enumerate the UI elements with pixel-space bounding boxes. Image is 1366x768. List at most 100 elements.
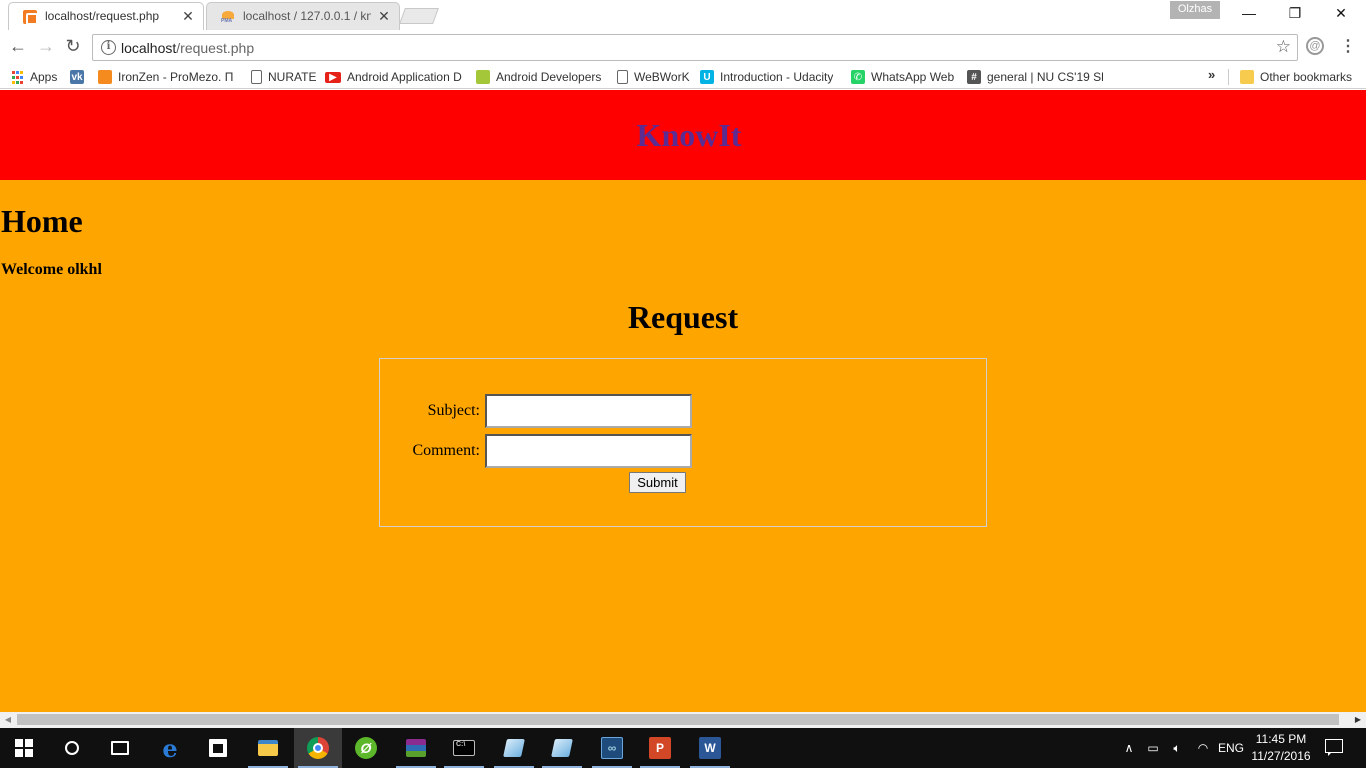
tab-phpmyadmin[interactable]: localhost / 127.0.0.1 / kno ✕ (206, 2, 400, 30)
address-bar[interactable]: i localhost/request.php ☆ (92, 34, 1298, 61)
system-clock[interactable]: 11:45 PM 11/27/2016 (1246, 731, 1316, 765)
wifi-icon[interactable]: ◠ (1194, 728, 1212, 768)
bookmarks-overflow-icon[interactable]: » (1208, 67, 1215, 82)
close-icon[interactable]: ✕ (377, 8, 391, 25)
bookmark-android-developers[interactable]: Android Developers (476, 68, 601, 86)
profile-button[interactable]: Olzhas (1170, 1, 1220, 19)
taskbar-visual-studio[interactable]: ∞ (588, 728, 636, 768)
cmd-icon: C:\ (453, 740, 475, 756)
ironzen-icon (98, 70, 112, 84)
site-title: KnowIt (636, 117, 742, 153)
tab-title: localhost/request.php (45, 9, 160, 23)
restore-button[interactable]: ❐ (1272, 0, 1318, 28)
close-icon[interactable]: ✕ (181, 8, 195, 25)
word-icon: W (699, 737, 721, 759)
language-indicator[interactable]: ENG (1218, 728, 1244, 768)
taskbar-cmd[interactable]: C:\ (440, 728, 488, 768)
taskbar-word[interactable]: W (686, 728, 734, 768)
minimize-button[interactable]: — (1226, 0, 1272, 28)
action-center-icon[interactable] (1318, 736, 1348, 760)
search-icon (65, 741, 79, 755)
reload-icon[interactable]: ↻ (62, 36, 84, 58)
store-icon (209, 739, 227, 757)
slack-icon: # (967, 70, 981, 84)
clock-time: 11:45 PM (1255, 732, 1307, 746)
page-viewport: KnowIt Home Welcome olkhl Request Subjec… (0, 90, 1366, 712)
kebab-menu-icon[interactable]: ⋮ (1340, 36, 1356, 56)
bookmark-nurate[interactable]: NURATE (251, 68, 316, 86)
bookmark-udacity[interactable]: U Introduction - Udacity (700, 68, 833, 86)
bookmark-apps[interactable]: Apps (10, 68, 57, 86)
apps-grid-icon (10, 70, 24, 84)
page-icon (251, 70, 262, 84)
dreamweaver-icon: Ø (355, 737, 377, 759)
bookmark-vk[interactable]: vk (70, 68, 90, 86)
udacity-icon: U (700, 70, 714, 84)
url-path: /request.php (176, 40, 255, 56)
battery-icon[interactable]: ▭ (1144, 728, 1162, 768)
bookmarks-divider (1228, 69, 1229, 85)
bookmarks-bar: Apps vk IronZen - ProMezo. П NURATE ▶ An… (0, 64, 1366, 89)
taskbar-file-explorer[interactable] (244, 728, 292, 768)
scroll-left-icon[interactable]: ◀ (2, 714, 14, 726)
bookmark-label: Other bookmarks (1260, 70, 1353, 84)
vm-icon (503, 739, 525, 757)
bookmark-label: Android Developers (496, 70, 602, 84)
windows-taskbar: e Ø C:\ ∞ P W ∧ ▭ 🔈︎ ◠ ENG 11:45 PM 11/2… (0, 728, 1366, 768)
horizontal-scrollbar[interactable]: ◀ ▶ (0, 712, 1366, 728)
vk-icon: vk (70, 70, 84, 84)
info-icon[interactable]: i (101, 40, 116, 55)
bookmark-label: general | NU CS'19 Sla (987, 70, 1103, 84)
bookmark-label: NURATE (268, 70, 317, 84)
bookmark-star-icon[interactable]: ☆ (1276, 37, 1291, 57)
back-arrow-icon[interactable]: ← (7, 36, 29, 58)
task-view-button[interactable] (96, 728, 144, 768)
winrar-icon (406, 739, 426, 757)
task-view-icon (111, 741, 129, 755)
url-host: localhost (121, 40, 177, 56)
taskbar-vm-2[interactable] (538, 728, 586, 768)
bookmark-label: WhatsApp Web (871, 70, 955, 84)
scrollbar-thumb[interactable] (17, 714, 1339, 725)
bookmark-ironzen[interactable]: IronZen - ProMezo. П (98, 68, 238, 86)
bookmark-slack[interactable]: # general | NU CS'19 Sla (967, 68, 1103, 86)
form-heading: Request (627, 299, 739, 335)
bookmark-label: WeBWorK (634, 70, 690, 84)
other-bookmarks[interactable]: Other bookmarks (1240, 68, 1352, 86)
subject-label: Subject: (427, 402, 480, 419)
forward-arrow-icon[interactable]: → (35, 36, 57, 58)
bookmark-android-app-dev[interactable]: ▶ Android Application D (325, 68, 463, 86)
tab-strip: localhost/request.php ✕ localhost / 127.… (0, 0, 1366, 30)
page-heading: Home (1, 203, 83, 239)
windows-start-icon (15, 739, 33, 757)
taskbar-store[interactable] (194, 728, 242, 768)
tray-overflow-chevron-icon[interactable]: ∧ (1122, 728, 1136, 768)
url-text: localhost/request.php (121, 40, 254, 56)
submit-button[interactable]: Submit (629, 472, 686, 493)
scroll-right-icon[interactable]: ▶ (1352, 714, 1364, 726)
taskbar-vm-1[interactable] (490, 728, 538, 768)
taskbar-chrome[interactable] (294, 728, 342, 768)
browser-toolbar: ← → ↻ i localhost/request.php ☆ @ ⋮ (0, 30, 1366, 64)
volume-icon[interactable]: 🔈︎ (1168, 728, 1186, 768)
new-tab-button[interactable] (399, 8, 439, 24)
tab-request-php[interactable]: localhost/request.php ✕ (8, 2, 204, 30)
youtube-icon: ▶ (325, 71, 341, 83)
taskbar-search[interactable] (48, 728, 96, 768)
comment-input[interactable] (485, 434, 692, 468)
start-button[interactable] (0, 728, 48, 768)
powerpoint-icon: P (649, 737, 671, 759)
extension-icon[interactable]: @ (1306, 37, 1324, 55)
bookmark-webwork[interactable]: WeBWorK (617, 68, 690, 86)
taskbar-edge[interactable]: e (146, 728, 194, 768)
window-close-button[interactable]: ✕ (1318, 0, 1364, 28)
clock-date: 11/27/2016 (1251, 749, 1311, 763)
bookmark-label: Android Application D (347, 70, 462, 84)
bookmark-whatsapp[interactable]: ✆ WhatsApp Web (851, 68, 954, 86)
taskbar-powerpoint[interactable]: P (636, 728, 684, 768)
taskbar-dreamweaver[interactable]: Ø (342, 728, 390, 768)
bookmark-label: Introduction - Udacity (720, 70, 834, 84)
subject-input[interactable] (485, 394, 692, 428)
taskbar-winrar[interactable] (392, 728, 440, 768)
tab-title: localhost / 127.0.0.1 / kno (243, 9, 371, 23)
